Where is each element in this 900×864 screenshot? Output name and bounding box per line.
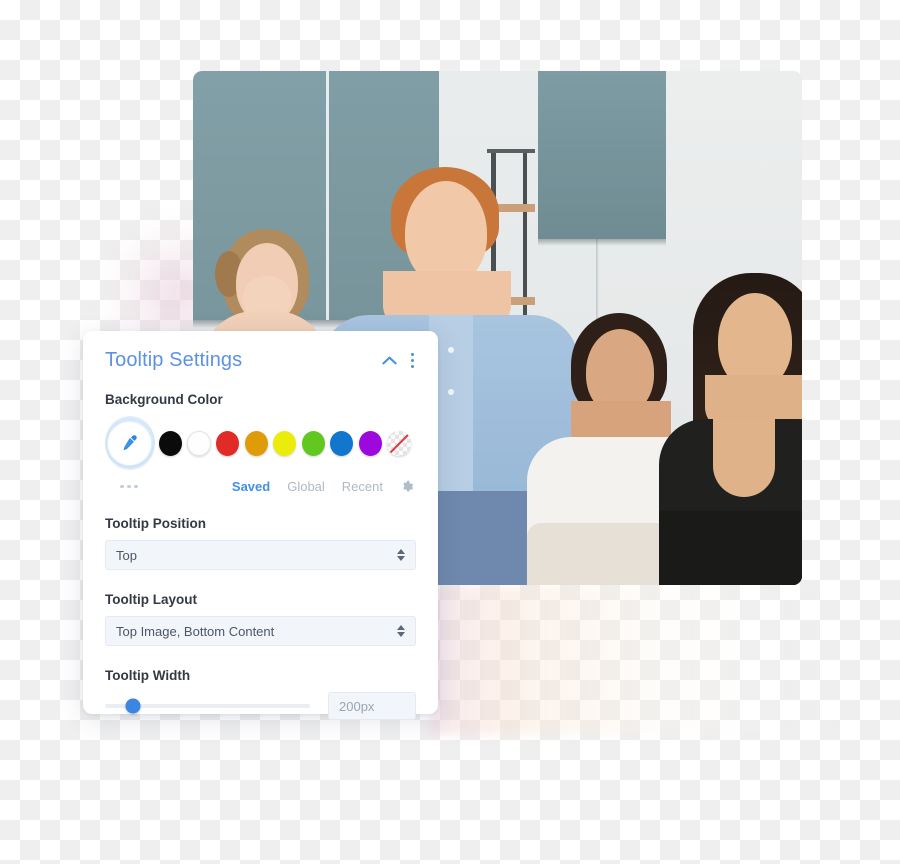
- tooltip-width-label: Tooltip Width: [105, 668, 191, 683]
- swatch-blue[interactable]: [330, 430, 354, 456]
- background-color-label: Background Color: [105, 392, 223, 407]
- tooltip-position-select[interactable]: Top: [105, 540, 416, 570]
- swatch-red[interactable]: [216, 430, 240, 456]
- tooltip-width-input[interactable]: 200px: [328, 692, 416, 720]
- gear-icon[interactable]: [400, 480, 414, 494]
- kebab-menu-icon[interactable]: [411, 353, 414, 368]
- tooltip-position-value: Top: [116, 547, 137, 563]
- color-bleed-bottom: [430, 585, 850, 735]
- stepper-icon: [397, 625, 405, 637]
- eyedropper-button[interactable]: [105, 416, 155, 470]
- tab-global[interactable]: Global: [287, 479, 325, 494]
- panel-title: Tooltip Settings: [105, 349, 243, 371]
- tooltip-layout-select[interactable]: Top Image, Bottom Content: [105, 616, 416, 646]
- swatch-transparent[interactable]: [387, 430, 411, 456]
- slider-thumb[interactable]: [125, 698, 141, 714]
- tooltip-position-label: Tooltip Position: [105, 516, 206, 531]
- tooltip-width-slider[interactable]: [105, 697, 310, 715]
- swatch-green[interactable]: [301, 430, 325, 456]
- swatch-black[interactable]: [158, 430, 182, 456]
- ellipsis-icon[interactable]: [105, 484, 138, 489]
- chevron-up-icon[interactable]: [382, 356, 397, 365]
- tooltip-layout-value: Top Image, Bottom Content: [116, 623, 275, 639]
- color-tabs-row: Saved Global Recent: [105, 479, 416, 494]
- swatch-white[interactable]: [187, 430, 211, 456]
- swatch-purple[interactable]: [358, 430, 382, 456]
- cabinet-right-shadow: [538, 239, 666, 246]
- panel-header: Tooltip Settings: [83, 331, 438, 372]
- cabinet-right: [538, 71, 666, 239]
- color-swatch-row: [105, 416, 416, 470]
- stepper-icon: [397, 549, 405, 561]
- swatch-orange[interactable]: [244, 430, 268, 456]
- swatch-yellow[interactable]: [273, 430, 297, 456]
- tab-recent[interactable]: Recent: [342, 479, 383, 494]
- tooltip-layout-label: Tooltip Layout: [105, 592, 197, 607]
- shelf-top: [487, 149, 535, 153]
- eyedropper-icon: [123, 435, 137, 450]
- tab-saved[interactable]: Saved: [232, 479, 270, 494]
- background-color-section: Background Color Saved Global Recent Too…: [83, 392, 438, 720]
- tooltip-settings-panel: Tooltip Settings Background Color Saved …: [83, 331, 438, 720]
- tooltip-width-row: 200px: [105, 692, 416, 720]
